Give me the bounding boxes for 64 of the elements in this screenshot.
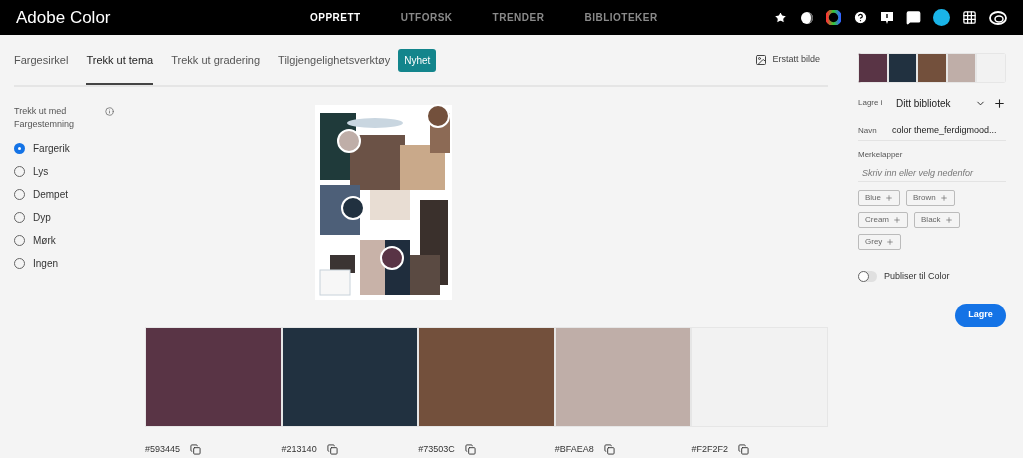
image-icon (755, 54, 768, 66)
chat-icon[interactable] (906, 10, 921, 25)
mood-radio-option[interactable]: Dempet (14, 187, 144, 202)
plus-icon (893, 216, 901, 224)
star-icon[interactable] (773, 10, 788, 25)
mood-radio-option[interactable]: Mørk (14, 233, 144, 248)
hex-code: #73503C (418, 443, 455, 456)
info-icon[interactable] (105, 107, 114, 116)
plus-icon (885, 194, 893, 202)
tags-label: Merkelapper (858, 149, 904, 161)
replace-image-button[interactable]: Erstatt bilde (755, 53, 820, 67)
color-swatch[interactable] (145, 327, 282, 427)
tag-chip[interactable]: Grey (858, 234, 902, 250)
half-moon-icon[interactable] (800, 10, 814, 25)
publish-label: Publiser til Color (884, 270, 950, 283)
tag-chip[interactable]: Blue (858, 190, 900, 206)
color-swatch[interactable] (554, 327, 692, 427)
add-icon[interactable] (993, 96, 1006, 110)
help-icon[interactable] (853, 10, 868, 25)
name-field[interactable]: color theme_ferdigmood... (892, 123, 997, 138)
color-swatch[interactable] (691, 327, 828, 427)
mood-radio-option[interactable]: Lys (14, 164, 144, 179)
hex-code: #593445 (145, 443, 181, 456)
tab[interactable]: Trekk ut gradering (171, 35, 261, 85)
tags-field[interactable]: Skriv inn eller velg nedenfor (858, 164, 1006, 182)
hex-code: #BFAEA8 (554, 443, 594, 456)
nav-link[interactable]: TRENDER (492, 10, 545, 25)
library-dropdown[interactable]: Ditt bibliotek (896, 95, 986, 111)
mood-radio-option[interactable]: Ingen (14, 256, 144, 271)
copy-icon[interactable] (603, 444, 615, 456)
tag-chip[interactable]: Cream (858, 212, 908, 228)
plus-icon (939, 194, 948, 202)
color-swatch[interactable] (418, 327, 555, 427)
copy-icon[interactable] (464, 444, 476, 456)
tab[interactable]: Tilgjengelighetsverktøy (278, 35, 391, 85)
publish-toggle[interactable] (858, 271, 877, 283)
plus-icon (886, 238, 895, 246)
hex-code: #F2F2F2 (691, 443, 728, 456)
app-title: Adobe Color (16, 6, 112, 29)
user-avatar[interactable] (933, 9, 950, 26)
save-button[interactable]: Lagre (955, 303, 1006, 327)
copy-icon[interactable] (190, 444, 202, 456)
mood-label: Trekk ut med Fargestemning (14, 105, 76, 131)
mood-radio-option[interactable]: Dyp (14, 210, 144, 225)
color-wheel-icon[interactable] (826, 10, 841, 25)
tag-chip[interactable]: Black (914, 212, 960, 228)
library-label: Lagre i (858, 97, 884, 109)
tab[interactable]: Fargesirkel (14, 35, 69, 85)
new-badge: Nyhet (398, 48, 437, 72)
copy-icon[interactable] (737, 444, 749, 456)
nav-link[interactable]: OPPRETT (310, 10, 361, 25)
radio-button[interactable] (14, 143, 25, 154)
hex-code: #213140 (281, 443, 317, 456)
plus-icon (944, 216, 953, 224)
nav-link[interactable]: UTFORSK (400, 10, 453, 25)
color-swatch[interactable] (281, 327, 419, 427)
tag-chip[interactable]: Brown (906, 190, 955, 206)
alert-icon[interactable] (880, 10, 894, 25)
name-label: Navn (858, 124, 878, 137)
copy-icon[interactable] (326, 444, 338, 456)
tab[interactable]: Trekk ut tema (86, 35, 154, 85)
nav-link[interactable]: BIBLIOTEKER (584, 10, 658, 25)
mood-radio-option[interactable]: Fargerik (14, 141, 144, 156)
apps-grid-icon[interactable] (962, 10, 977, 25)
